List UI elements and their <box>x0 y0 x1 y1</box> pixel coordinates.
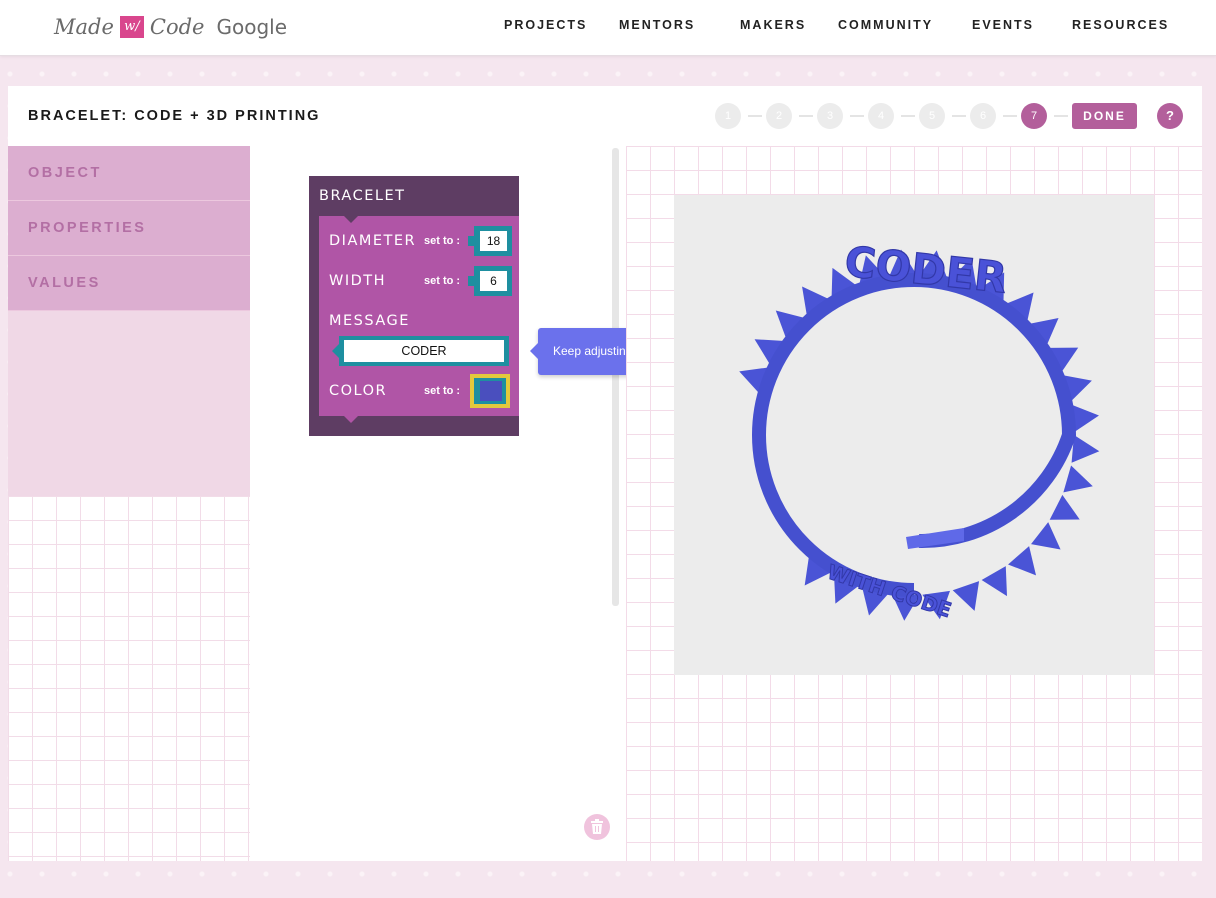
step-7-active[interactable]: 7 <box>1021 103 1047 129</box>
block-body: DIAMETER set to : 18 WIDTH set to : 6 ME… <box>319 216 519 416</box>
diameter-set-to: set to : <box>424 235 461 247</box>
nav-resources[interactable]: RESOURCES <box>1072 18 1169 32</box>
bracelet-spike <box>1049 494 1080 520</box>
block-category-panel: OBJECT PROPERTIES VALUES <box>8 146 250 496</box>
bracelet-spikes <box>739 249 1100 621</box>
step-progress: 1 2 3 4 5 6 7 <box>8 103 1202 129</box>
nav-community[interactable]: COMMUNITY <box>838 18 933 32</box>
step-connector <box>1054 115 1068 117</box>
category-object[interactable]: OBJECT <box>8 146 250 201</box>
slot-connector <box>468 276 474 286</box>
block-notch <box>344 416 358 423</box>
step-connector <box>901 115 915 117</box>
diameter-value-slot[interactable]: 18 <box>468 226 512 256</box>
color-swatch[interactable] <box>480 381 502 401</box>
message-value[interactable]: CODER <box>344 340 504 362</box>
bracelet-spike <box>1031 522 1061 550</box>
color-label: COLOR <box>329 383 388 399</box>
bracelet-spike <box>981 566 1007 597</box>
block-notch <box>344 216 358 223</box>
step-connector <box>952 115 966 117</box>
nav-events[interactable]: EVENTS <box>972 18 1034 32</box>
width-set-to: set to : <box>424 275 461 287</box>
step-5[interactable]: 5 <box>919 103 945 129</box>
step-4[interactable]: 4 <box>868 103 894 129</box>
step-connector <box>748 115 762 117</box>
slot-connector <box>332 344 339 358</box>
nav-links: PROJECTS MENTORS MAKERS COMMUNITY EVENTS… <box>0 18 1216 38</box>
slot-connector <box>468 236 474 246</box>
step-3[interactable]: 3 <box>817 103 843 129</box>
step-connector <box>850 115 864 117</box>
message-label: MESSAGE <box>329 313 410 329</box>
bracelet-spike <box>1063 465 1093 493</box>
nav-projects[interactable]: PROJECTS <box>504 18 587 32</box>
width-value[interactable]: 6 <box>480 271 507 291</box>
category-values[interactable]: VALUES <box>8 256 250 311</box>
step-connector <box>1003 115 1017 117</box>
color-picker-slot[interactable] <box>470 374 510 408</box>
3d-preview-viewport[interactable]: CODER WITH CODE <box>674 195 1154 675</box>
done-button[interactable]: DONE <box>1072 103 1137 129</box>
category-properties[interactable]: PROPERTIES <box>8 201 250 256</box>
block-title: BRACELET <box>319 188 406 204</box>
project-title-bar: BRACELET: CODE + 3D PRINTING 1 2 3 4 5 6… <box>8 86 1202 146</box>
bracelet-spike <box>952 581 980 611</box>
step-6[interactable]: 6 <box>970 103 996 129</box>
nav-makers[interactable]: MAKERS <box>740 18 806 32</box>
diameter-value[interactable]: 18 <box>480 231 507 251</box>
width-value-slot[interactable]: 6 <box>468 266 512 296</box>
top-navigation: Made w/ Code Google PROJECTS MENTORS MAK… <box>0 0 1216 56</box>
width-label: WIDTH <box>329 273 387 289</box>
trash-icon[interactable] <box>584 814 610 840</box>
color-set-to: set to : <box>424 385 461 397</box>
workspace-scrollbar[interactable] <box>612 148 619 606</box>
step-1[interactable]: 1 <box>715 103 741 129</box>
step-connector <box>799 115 813 117</box>
tooltip-arrow <box>530 343 538 359</box>
help-button[interactable]: ? <box>1157 103 1183 129</box>
message-value-slot[interactable]: CODER <box>332 336 509 366</box>
bracelet-spike <box>1071 435 1100 463</box>
bracelet-block[interactable]: BRACELET DIAMETER set to : 18 WIDTH set … <box>309 176 519 436</box>
nav-mentors[interactable]: MENTORS <box>619 18 695 32</box>
diameter-label: DIAMETER <box>329 233 417 249</box>
left-grid-background <box>8 496 250 861</box>
bracelet-spike <box>1008 546 1037 576</box>
step-2[interactable]: 2 <box>766 103 792 129</box>
bracelet-3d-model: CODER WITH CODE <box>739 236 1100 623</box>
